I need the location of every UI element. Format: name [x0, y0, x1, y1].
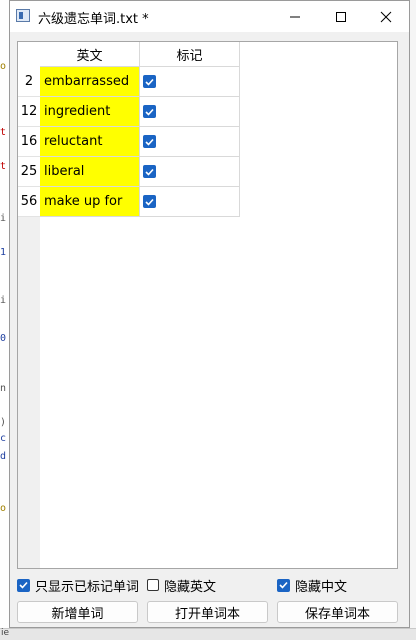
- code-fragment: 0: [0, 333, 7, 344]
- check-icon: [145, 138, 154, 146]
- hide-chinese-checkbox[interactable]: [277, 578, 290, 592]
- row-number[interactable]: 16: [18, 127, 40, 157]
- code-fragment: t: [0, 127, 7, 138]
- code-fragment: d: [0, 451, 7, 462]
- hide-english-label[interactable]: 隐藏英文: [164, 576, 216, 595]
- code-fragment: o: [0, 61, 7, 72]
- mark-cell[interactable]: [140, 127, 240, 157]
- code-fragment: o: [0, 503, 7, 514]
- table-corner: [18, 42, 40, 67]
- code-fragment: 1: [0, 247, 7, 258]
- english-cell[interactable]: embarrassed: [40, 67, 140, 97]
- background-text: ie: [1, 628, 10, 638]
- column-header-label: 英文: [76, 48, 103, 64]
- app-window: 六级遗忘单词.txt * 英文 标记 2 embarrassed 12 ingr…: [9, 0, 410, 628]
- close-icon: [380, 11, 392, 22]
- add-word-button[interactable]: 新增单词: [17, 601, 138, 623]
- code-fragment: c: [0, 433, 7, 444]
- code-fragment: i: [0, 213, 7, 224]
- mark-checkbox[interactable]: [143, 75, 156, 88]
- hide-english-checkbox[interactable]: [147, 579, 159, 591]
- column-header-label: 标记: [176, 48, 203, 64]
- minimize-button[interactable]: [272, 1, 318, 32]
- table-row[interactable]: 56 make up for: [18, 187, 240, 217]
- mark-checkbox[interactable]: [143, 135, 156, 148]
- english-word: embarrassed: [44, 74, 130, 89]
- mark-checkbox[interactable]: [143, 105, 156, 118]
- table-row[interactable]: 12 ingredient: [18, 97, 240, 127]
- mark-cell[interactable]: [140, 97, 240, 127]
- code-fragment: n: [0, 383, 7, 394]
- english-cell[interactable]: liberal: [40, 157, 140, 187]
- row-number[interactable]: 12: [18, 97, 40, 127]
- hide-english-option[interactable]: 隐藏英文: [147, 576, 216, 595]
- code-fragment: t: [0, 161, 7, 172]
- mark-cell[interactable]: [140, 157, 240, 187]
- english-word: liberal: [44, 164, 85, 179]
- english-word: ingredient: [44, 104, 111, 119]
- hide-chinese-option[interactable]: 隐藏中文: [277, 576, 347, 595]
- code-fragment: ): [0, 417, 7, 428]
- show-marked-only-checkbox[interactable]: [17, 578, 30, 592]
- hide-chinese-label[interactable]: 隐藏中文: [295, 576, 347, 595]
- open-wordbook-button[interactable]: 打开单词本: [147, 601, 268, 623]
- maximize-icon: [336, 11, 346, 22]
- window-title: 六级遗忘单词.txt *: [38, 12, 149, 27]
- english-cell[interactable]: ingredient: [40, 97, 140, 127]
- check-icon: [145, 78, 154, 86]
- app-icon: [16, 9, 30, 22]
- english-word: reluctant: [44, 134, 103, 149]
- row-number[interactable]: 2: [18, 67, 40, 97]
- minimize-icon: [290, 16, 300, 17]
- mark-checkbox[interactable]: [143, 165, 156, 178]
- check-icon: [145, 108, 154, 116]
- background-editor-strip: o t t i 1 i 0 n ) c d o: [0, 0, 9, 639]
- close-button[interactable]: [363, 1, 409, 32]
- english-cell[interactable]: reluctant: [40, 127, 140, 157]
- word-table[interactable]: 英文 标记 2 embarrassed 12 ingredient 16 rel…: [17, 41, 398, 569]
- check-icon: [145, 198, 154, 206]
- english-word: make up for: [44, 194, 123, 209]
- table-row[interactable]: 2 embarrassed: [18, 67, 240, 97]
- mark-cell[interactable]: [140, 67, 240, 97]
- column-header-mark[interactable]: 标记: [140, 42, 240, 67]
- check-icon: [145, 168, 154, 176]
- check-icon: [279, 581, 288, 589]
- row-number[interactable]: 25: [18, 157, 40, 187]
- row-number[interactable]: 56: [18, 187, 40, 217]
- save-wordbook-button[interactable]: 保存单词本: [277, 601, 398, 623]
- mark-cell[interactable]: [140, 187, 240, 217]
- maximize-button[interactable]: [318, 1, 364, 32]
- code-fragment: i: [0, 295, 7, 306]
- column-header-english[interactable]: 英文: [40, 42, 140, 67]
- table-row[interactable]: 16 reluctant: [18, 127, 240, 157]
- table-row[interactable]: 25 liberal: [18, 157, 240, 187]
- show-marked-only-label[interactable]: 只显示已标记单词: [35, 576, 139, 595]
- english-cell[interactable]: make up for: [40, 187, 140, 217]
- check-icon: [19, 581, 28, 589]
- show-marked-only-option[interactable]: 只显示已标记单词: [17, 576, 139, 595]
- background-taskbar-strip: ie: [0, 628, 416, 640]
- title-bar[interactable]: 六级遗忘单词.txt *: [10, 1, 409, 32]
- mark-checkbox[interactable]: [143, 195, 156, 208]
